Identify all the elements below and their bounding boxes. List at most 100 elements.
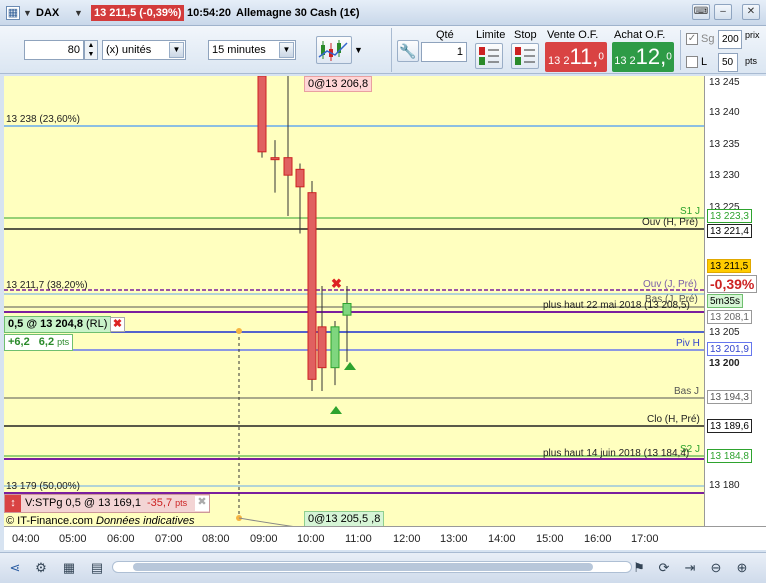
bas-value-box: 13 208,1 xyxy=(707,310,752,324)
time-axis[interactable]: 04:00 05:00 06:00 07:00 08:00 09:00 10:0… xyxy=(4,526,766,550)
timeframe-value: 15 minutes xyxy=(212,44,266,56)
x-tick: 14:00 xyxy=(488,533,516,545)
plus-haut-juin-label: plus haut 14 juin 2018 (13 184,4) xyxy=(543,448,690,459)
cancel-order-icon[interactable]: ✖ xyxy=(195,496,209,511)
order-tag-bottom-label: 0@13 205,5 xyxy=(308,513,369,525)
indicators-icon[interactable]: ▤ xyxy=(88,559,106,577)
close-button[interactable]: ✕ xyxy=(742,4,760,20)
scroll-to-end-icon[interactable]: ⇥ xyxy=(681,559,699,577)
layout-grid-icon[interactable]: ▦ xyxy=(60,559,78,577)
quantity-input[interactable]: 80 xyxy=(24,40,84,60)
minimize-button[interactable]: – xyxy=(714,4,732,20)
position-label: 0,5 @ 13 204,8 xyxy=(8,318,83,330)
drag-handle-icon[interactable]: ↕ xyxy=(5,495,21,512)
x-tick: 04:00 xyxy=(12,533,40,545)
keyboard-icon[interactable]: ⌨ xyxy=(692,4,710,20)
l-input[interactable]: 50 xyxy=(718,53,738,72)
chevron-down-icon[interactable]: ▼ xyxy=(74,4,83,22)
chevron-down-icon[interactable]: ▼ xyxy=(23,4,32,22)
order-qty-input[interactable]: 1 xyxy=(421,42,467,62)
chevron-down-icon[interactable]: ▼ xyxy=(354,45,363,55)
candle-timer-box: 5m35s xyxy=(707,294,744,308)
order-tag-top[interactable]: 0@13 206,8 xyxy=(304,76,373,92)
sg-label: Sg xyxy=(701,33,715,45)
symbol-label[interactable]: DAX xyxy=(36,4,59,22)
pnl-value-2: 6,2 xyxy=(38,336,55,348)
position-rl: (RL) xyxy=(86,318,108,330)
zoom-out-icon[interactable]: ⊖ xyxy=(707,559,725,577)
candle-body xyxy=(307,192,317,380)
l-checkbox[interactable] xyxy=(686,56,698,68)
ouv-value-box: 13 221,4 xyxy=(707,224,752,238)
sell-price-big: 11, xyxy=(569,44,599,69)
fib-label-5000: 13 179 (50,00%) xyxy=(6,481,80,492)
close-position-icon[interactable]: ✖ xyxy=(110,317,125,332)
stop-pnl-value: -35,7 xyxy=(147,497,173,509)
chevron-down-icon[interactable]: ▼ xyxy=(279,42,294,58)
clo-value-box: 13 189,6 xyxy=(707,419,752,433)
limit-order-button[interactable] xyxy=(475,43,503,69)
trend-curve xyxy=(238,517,294,526)
entry-marker xyxy=(236,328,242,334)
close-marker-icon: ✖ xyxy=(331,276,342,291)
candle-body xyxy=(257,76,267,153)
stop-pnl: -35,7 pts xyxy=(147,495,187,512)
fib-label-2360: 13 238 (23,60%) xyxy=(6,114,80,125)
quantity-stepper[interactable]: ▲ ▼ xyxy=(84,40,98,60)
chart-type-button[interactable] xyxy=(316,36,352,64)
x-tick: 16:00 xyxy=(584,533,612,545)
fib-label-3820: 13 211,7 (38,20%) xyxy=(6,280,88,291)
timeframe-select[interactable]: 15 minutes ▼ xyxy=(208,40,296,60)
unit-value: (x) unités xyxy=(106,44,152,56)
scrollbar-thumb[interactable] xyxy=(133,563,593,571)
x-tick: 17:00 xyxy=(631,533,659,545)
s2-value-box: 13 184,8 xyxy=(707,449,752,463)
chart-area[interactable]: ✖ 13 238 (23,60%) S1 J Ouv (H, Pré) Ouv … xyxy=(4,76,704,526)
sg-checkbox[interactable]: ✓ xyxy=(686,33,698,45)
prix-label: prix xyxy=(745,30,760,40)
divider xyxy=(391,28,392,72)
candlestick-chart-icon xyxy=(318,40,348,61)
sg-input[interactable]: 200 xyxy=(718,30,742,49)
y-tick: 13 230 xyxy=(709,170,740,181)
x-tick: 07:00 xyxy=(155,533,183,545)
buy-button[interactable]: 13 212,0 xyxy=(612,42,674,72)
wrench-icon[interactable]: 🔧 xyxy=(397,40,419,62)
order-tag-bottom[interactable]: 0@13 205,5 ,8 xyxy=(304,511,385,526)
stop-order-button[interactable] xyxy=(511,43,539,69)
x-tick: 11:00 xyxy=(345,533,372,545)
price-badge: 13 211,5 (-0,39%) xyxy=(91,5,185,21)
buy-price-sup: 0 xyxy=(666,51,672,63)
pnl-unit: pts xyxy=(57,337,70,347)
change-pct-box: -0,39% xyxy=(707,275,758,293)
ouv-j-label: Ouv (J, Pré) xyxy=(643,279,697,290)
y-tick: 13 200 xyxy=(709,358,740,369)
flag-icon[interactable]: ⚑ xyxy=(630,559,648,577)
candle-body xyxy=(330,326,340,369)
y-tick: 13 240 xyxy=(709,107,740,118)
piv-value-box: 13 201,9 xyxy=(707,342,752,356)
unit-select[interactable]: (x) unités ▼ xyxy=(102,40,186,60)
zoom-in-icon[interactable]: ⊕ xyxy=(733,559,751,577)
x-tick: 05:00 xyxy=(59,533,87,545)
settings-gear-icon[interactable]: ⚙ xyxy=(32,559,50,577)
share-icon[interactable]: ⋖ xyxy=(6,559,24,577)
buy-arrow-icon xyxy=(344,362,356,370)
buy-price-small: 13 2 xyxy=(614,55,636,67)
divider xyxy=(680,30,681,70)
position-box[interactable]: 0,5 @ 13 204,8 (RL) xyxy=(4,316,112,333)
sg-unit: prix xyxy=(745,30,764,49)
plus-haut-mai-label: plus haut 22 mai 2018 (13 208,5) xyxy=(543,300,690,311)
price-axis[interactable]: 13 245 13 240 13 235 13 230 13 225 13 22… xyxy=(704,76,766,526)
x-tick: 08:00 xyxy=(202,533,230,545)
y-tick: 13 235 xyxy=(709,139,740,150)
horizontal-scrollbar[interactable] xyxy=(112,561,632,573)
limit-order-icon xyxy=(479,47,499,65)
chevron-down-icon[interactable]: ▼ xyxy=(169,42,184,58)
stop-order-box[interactable]: ↕ V:STPg 0,5 @ 13 169,1 -35,7 pts ✖ xyxy=(4,494,210,513)
y-tick: 13 245 xyxy=(709,77,740,88)
footer-brand: © IT-Finance.com xyxy=(6,515,93,526)
refresh-icon[interactable]: ⟳ xyxy=(655,559,673,577)
title-bar: ▦ ▼ DAX ▼ 13 211,5 (-0,39%) 10:54:20 All… xyxy=(0,0,766,26)
sell-button[interactable]: 13 211,0 xyxy=(545,42,607,72)
